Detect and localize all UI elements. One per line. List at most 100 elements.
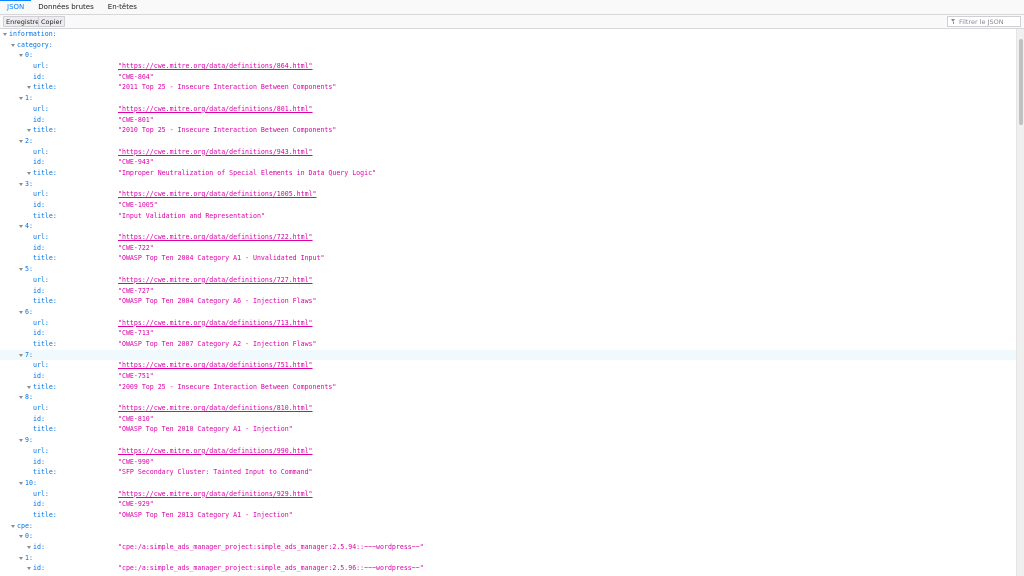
json-link-value[interactable]: "https://cwe.mitre.org/data/definitions/… xyxy=(118,147,313,158)
tree-row-title[interactable]: title: "2010 Top 25 - Insecure Interactio… xyxy=(0,125,1016,136)
json-link-value[interactable]: "https://cwe.mitre.org/data/definitions/… xyxy=(118,403,313,414)
expand-arrow-icon[interactable] xyxy=(27,546,31,549)
expand-arrow-icon[interactable] xyxy=(19,481,23,485)
tree-row-id: id: "CWE-864" xyxy=(0,72,1016,83)
tree-row-category-item[interactable]: 1: xyxy=(0,93,1016,104)
tree-row-category-item[interactable]: 4: xyxy=(0,221,1016,232)
expand-arrow-icon[interactable] xyxy=(3,33,7,36)
json-key: 10: xyxy=(25,478,37,487)
tree-row-category-item[interactable]: 9: xyxy=(0,435,1016,446)
json-key: title: xyxy=(33,468,57,477)
json-key: 7: xyxy=(25,350,33,359)
expand-arrow-icon[interactable] xyxy=(19,54,23,58)
json-key: url: xyxy=(33,190,49,199)
json-string-value: "CWE-990" xyxy=(118,457,154,466)
expand-arrow-icon[interactable] xyxy=(19,353,23,357)
tree-row-title[interactable]: title: "2009 Top 25 - Insecure Interactio… xyxy=(0,382,1016,393)
copy-button[interactable]: Copier xyxy=(38,16,66,27)
tree-row-category-item[interactable]: 10: xyxy=(0,478,1016,489)
tree-row-category-item[interactable]: 6: xyxy=(0,307,1016,318)
tree-row-title[interactable]: title: "2011 Top 25 - Insecure Interactio… xyxy=(0,82,1016,93)
json-key: information: xyxy=(9,30,57,38)
json-link-value[interactable]: "https://cwe.mitre.org/data/definitions/… xyxy=(118,104,313,115)
expand-arrow-icon[interactable] xyxy=(27,567,31,571)
expand-arrow-icon[interactable] xyxy=(27,129,31,133)
scrollbar-thumb[interactable] xyxy=(1019,39,1023,125)
expand-arrow-icon[interactable] xyxy=(19,439,23,443)
json-key: category: xyxy=(17,40,53,49)
expand-arrow-icon[interactable] xyxy=(19,396,23,400)
tree-row-url: url: "https://cwe.mitre.org/data/definiti… xyxy=(0,275,1016,286)
tree-row-url: url: "https://cwe.mitre.org/data/definiti… xyxy=(0,403,1016,414)
json-key: title: xyxy=(33,126,57,135)
json-key: id: xyxy=(33,457,45,466)
json-key: title: xyxy=(33,382,57,391)
tree-row-cpe-item[interactable]: 1: xyxy=(0,553,1016,564)
json-link-value[interactable]: "https://cwe.mitre.org/data/definitions/… xyxy=(118,275,313,286)
vertical-scrollbar[interactable] xyxy=(1016,29,1024,576)
expand-arrow-icon[interactable] xyxy=(19,268,23,272)
json-key: 0: xyxy=(25,532,33,541)
tree-row-category-item[interactable]: 0: xyxy=(0,50,1016,61)
json-key: id: xyxy=(33,243,45,252)
tree-row-category[interactable]: category: xyxy=(0,40,1016,51)
json-link-value[interactable]: "https://cwe.mitre.org/data/definitions/… xyxy=(118,360,313,371)
tree-row-id[interactable]: id: "cpe:/a:simple_ads_manager_project:si… xyxy=(0,542,1016,553)
tree-row-cpe[interactable]: cpe: xyxy=(0,521,1016,532)
json-key: title: xyxy=(33,510,57,519)
json-string-value: "CWE-929" xyxy=(118,500,154,509)
expand-arrow-icon[interactable] xyxy=(19,535,23,539)
expand-arrow-icon[interactable] xyxy=(19,139,23,143)
json-link-value[interactable]: "https://cwe.mitre.org/data/definitions/… xyxy=(118,232,313,243)
tree-row-title: title: "Input Validation and Representati… xyxy=(0,211,1016,222)
expand-arrow-icon[interactable] xyxy=(19,310,23,314)
json-key: 2: xyxy=(25,136,33,145)
json-key: id: xyxy=(33,500,45,509)
tree-row-category-item[interactable]: 5: xyxy=(0,264,1016,275)
tab-headers[interactable]: En-têtes xyxy=(101,0,144,14)
tree-row-category-item[interactable]: 8: xyxy=(0,392,1016,403)
filter-input[interactable] xyxy=(959,17,1019,26)
json-key: id: xyxy=(33,329,45,338)
json-string-value: "OWASP Top Ten 2010 Category A1 - Inject… xyxy=(118,425,293,434)
json-key: id: xyxy=(33,414,45,423)
tree-row-url: url: "https://cwe.mitre.org/data/definiti… xyxy=(0,446,1016,457)
expand-arrow-icon[interactable] xyxy=(11,524,15,528)
json-link-value[interactable]: "https://cwe.mitre.org/data/definitions/… xyxy=(118,189,317,200)
tree-row-id: id: "CWE-801" xyxy=(0,115,1016,126)
expand-arrow-icon[interactable] xyxy=(19,225,23,229)
tab-bar: JSON Données brutes En-têtes xyxy=(0,0,1024,15)
json-link-value[interactable]: "https://cwe.mitre.org/data/definitions/… xyxy=(118,489,313,500)
expand-arrow-icon[interactable] xyxy=(19,97,23,101)
expand-arrow-icon[interactable] xyxy=(27,86,31,90)
expand-arrow-icon[interactable] xyxy=(19,182,23,186)
tab-raw-data[interactable]: Données brutes xyxy=(31,0,101,14)
json-key: 1: xyxy=(25,553,33,562)
json-link-value[interactable]: "https://cwe.mitre.org/data/definitions/… xyxy=(118,318,313,329)
json-string-value: "cpe:/a:simple_ads_manager_project:simpl… xyxy=(118,543,424,551)
json-string-value: "CWE-810" xyxy=(118,414,154,423)
json-key: id: xyxy=(33,543,45,551)
tab-json[interactable]: JSON xyxy=(0,0,32,14)
json-tree: information: category: 0: url: "https://cwe.… xyxy=(0,29,1016,576)
tree-row-category-item[interactable]: 2: xyxy=(0,136,1016,147)
json-key: id: xyxy=(33,286,45,295)
json-link-value[interactable]: "https://cwe.mitre.org/data/definitions/… xyxy=(118,61,313,72)
tree-row-title[interactable]: title: "Improper Neutralization of Specia… xyxy=(0,168,1016,179)
json-key: title: xyxy=(33,83,57,92)
tree-row-category-item[interactable]: 3: xyxy=(0,179,1016,190)
expand-arrow-icon[interactable] xyxy=(27,171,31,175)
json-key: 0: xyxy=(25,51,33,60)
expand-arrow-icon[interactable] xyxy=(11,43,15,47)
expand-arrow-icon[interactable] xyxy=(27,385,31,389)
expand-arrow-icon[interactable] xyxy=(19,556,23,560)
tree-row-id: id: "CWE-943" xyxy=(0,157,1016,168)
json-link-value[interactable]: "https://cwe.mitre.org/data/definitions/… xyxy=(118,446,313,457)
tree-row-url: url: "https://cwe.mitre.org/data/definiti… xyxy=(0,104,1016,115)
tree-row-category-item[interactable]: 7: xyxy=(0,349,1016,361)
tree-row-id[interactable]: id: "cpe:/a:simple_ads_manager_project:si… xyxy=(0,563,1016,574)
filter-box[interactable] xyxy=(947,16,1021,27)
tree-row-cpe-item[interactable]: 0: xyxy=(0,531,1016,542)
json-string-value: "2011 Top 25 - Insecure Interaction Betw… xyxy=(118,83,337,92)
tree-row-information[interactable]: information: xyxy=(0,29,1016,40)
